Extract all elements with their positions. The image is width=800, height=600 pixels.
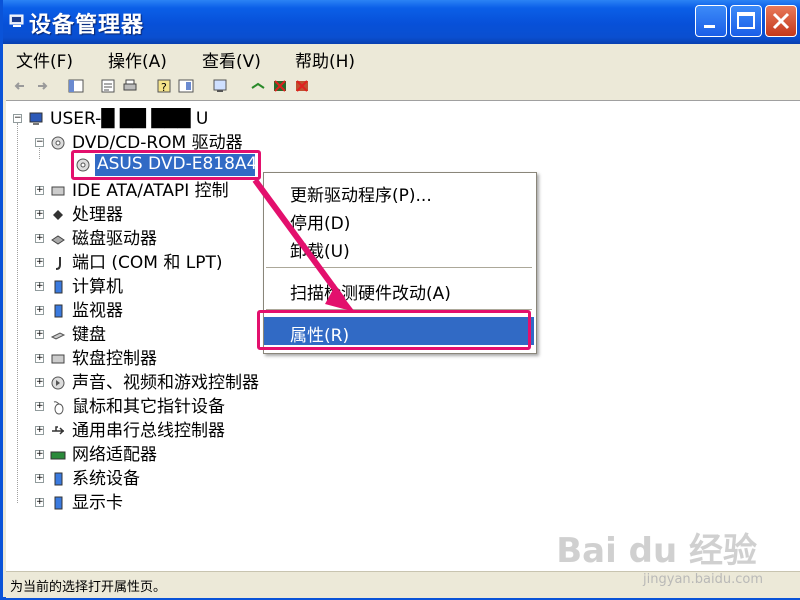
watermark-logo: Bai du 经验 xyxy=(556,531,757,571)
device-manager-window: 设备管理器 文件(F) 操作(A) 查看(V) 帮助(H) ? − USER-█… xyxy=(0,0,800,600)
annotation-arrow xyxy=(252,178,355,312)
watermark-url: jingyan.baidu.com xyxy=(643,572,763,587)
status-text: 为当前的选择打开属性页。 xyxy=(10,580,167,595)
